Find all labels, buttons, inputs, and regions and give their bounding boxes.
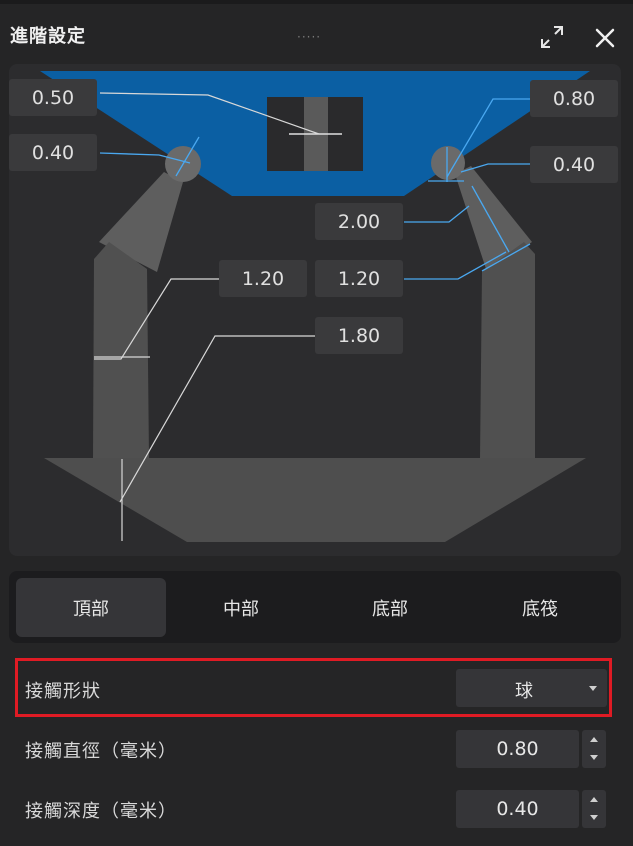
dim-top-left-inner[interactable]: 0.40 <box>9 134 97 171</box>
contact-depth-input[interactable] <box>456 790 579 828</box>
contact-depth-increment[interactable] <box>582 790 606 809</box>
dim-middle-left[interactable]: 1.20 <box>219 260 307 297</box>
panel-title: 進階設定 <box>10 26 86 47</box>
dim-middle-length[interactable]: 2.00 <box>315 203 403 240</box>
section-tabs: 頂部 中部 底部 底筏 <box>9 571 621 643</box>
contact-depth-decrement[interactable] <box>582 809 606 828</box>
contact-diameter-label: 接觸直徑（毫米） <box>25 741 177 762</box>
contact-diameter-increment[interactable] <box>582 730 606 749</box>
contact-diameter-decrement[interactable] <box>582 749 606 768</box>
support-diagram: 0.50 0.40 0.80 0.40 2.00 1.20 1.20 1.80 <box>9 64 621 556</box>
dim-top-right-inner[interactable]: 0.40 <box>530 146 618 183</box>
drag-handle[interactable]: ····· <box>297 30 321 44</box>
close-button[interactable] <box>590 23 620 53</box>
chevron-down-icon <box>589 686 597 691</box>
dim-middle-right[interactable]: 1.20 <box>315 260 403 297</box>
chevron-down-icon <box>590 755 598 760</box>
chevron-down-icon <box>590 815 598 820</box>
expand-button[interactable] <box>538 23 566 51</box>
close-icon <box>595 28 615 48</box>
tab-raft[interactable]: 底筏 <box>465 578 615 637</box>
title-bar: 進階設定 ····· <box>0 4 633 64</box>
expand-icon <box>541 26 563 48</box>
dim-top-right-outer[interactable]: 0.80 <box>530 80 618 117</box>
tab-middle[interactable]: 中部 <box>166 578 316 637</box>
contact-shape-select[interactable]: 球 <box>456 669 607 707</box>
raft-shape <box>44 458 586 542</box>
contact-shape-value: 球 <box>515 681 533 702</box>
dim-bottom[interactable]: 1.80 <box>315 317 403 354</box>
contact-diameter-stepper <box>582 730 606 768</box>
dim-top-left-outer[interactable]: 0.50 <box>9 79 97 116</box>
tab-bottom[interactable]: 底部 <box>315 578 465 637</box>
chevron-up-icon <box>590 737 598 742</box>
contact-depth-stepper <box>582 790 606 828</box>
left-support-pillar <box>93 242 149 459</box>
tab-top[interactable]: 頂部 <box>16 578 166 637</box>
right-support-pillar <box>480 242 535 459</box>
chevron-up-icon <box>590 797 598 802</box>
contact-diameter-input[interactable] <box>456 730 579 768</box>
support-diagram-graphic <box>40 71 590 542</box>
contact-shape-label: 接觸形狀 <box>25 681 101 702</box>
contact-depth-label: 接觸深度（毫米） <box>25 801 177 822</box>
